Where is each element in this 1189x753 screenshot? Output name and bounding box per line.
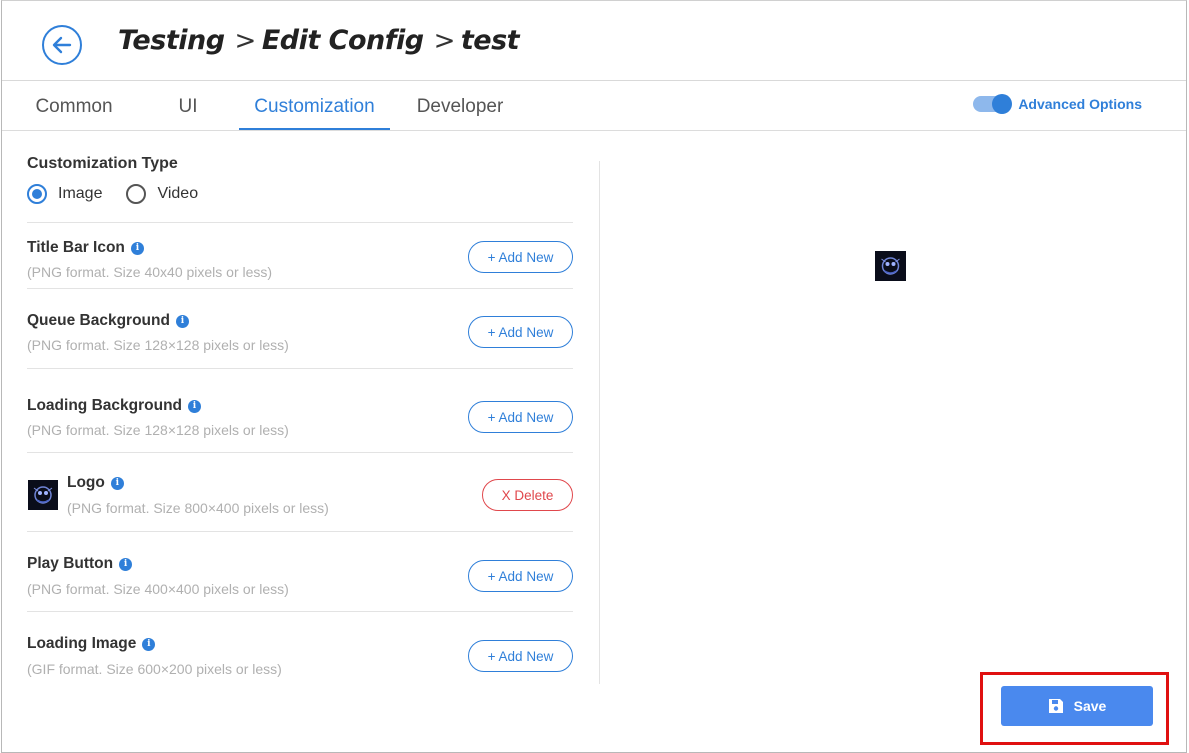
radio-button-unchecked[interactable] (126, 184, 147, 204)
back-button[interactable] (42, 25, 82, 65)
advanced-options-toggle[interactable] (973, 94, 1013, 114)
info-icon[interactable]: i (142, 637, 156, 651)
list-item-title-bar-icon: Title Bar Icon i (PNG format. Size 40x40… (27, 222, 573, 288)
logo-image (28, 480, 58, 510)
breadcrumb-item-testing[interactable]: Testing (118, 25, 225, 56)
item-title-text: Logo (67, 474, 105, 491)
item-title: Logo i (67, 474, 124, 492)
logo-preview-image (875, 251, 906, 281)
app-window: Testing > Edit Config > test Common UI C… (1, 0, 1187, 753)
item-description: (PNG format. Size 400×400 pixels or less… (27, 581, 289, 597)
radio-video[interactable]: Video (126, 184, 198, 204)
breadcrumb: Testing > Edit Config > test (118, 25, 520, 56)
list-item-queue-background: Queue Background i (PNG format. Size 128… (27, 288, 573, 368)
item-description: (PNG format. Size 40x40 pixels or less) (27, 264, 273, 280)
info-icon[interactable]: i (188, 399, 201, 413)
preview-image (875, 251, 906, 281)
add-new-button[interactable]: + Add New (468, 241, 573, 273)
item-title: Title Bar Icon i (27, 239, 144, 257)
save-button-label: Save (1073, 698, 1107, 714)
item-title-text: Loading Background (27, 397, 182, 414)
add-new-button[interactable]: + Add New (468, 401, 573, 433)
save-button[interactable]: Save (1001, 686, 1153, 726)
customization-type-radios: Image Video (27, 184, 222, 204)
tab-developer[interactable]: Developer (410, 81, 510, 130)
tab-common[interactable]: Common (30, 81, 118, 130)
tab-ui[interactable]: UI (172, 81, 204, 130)
list-item-play-button: Play Button i (PNG format. Size 400×400 … (27, 531, 573, 611)
item-title-text: Queue Background (27, 312, 170, 329)
delete-button[interactable]: X Delete (482, 479, 573, 511)
advanced-options-label: Advanced Options (1018, 96, 1142, 112)
radio-image-label: Image (58, 185, 103, 202)
list-item-loading-image: Loading Image i (GIF format. Size 600×20… (27, 611, 573, 691)
tab-bar: Common UI Customization Developer Advanc… (2, 81, 1186, 131)
list-item-loading-background: Loading Background i (PNG format. Size 1… (27, 368, 573, 452)
item-title: Loading Background i (27, 397, 201, 415)
breadcrumb-separator: > (433, 26, 456, 56)
breadcrumb-item-edit-config[interactable]: Edit Config (262, 25, 424, 56)
item-description: (PNG format. Size 128×128 pixels or less… (27, 337, 289, 353)
breadcrumb-item-test: test (460, 25, 520, 56)
add-new-button[interactable]: + Add New (468, 316, 573, 348)
item-title-text: Title Bar Icon (27, 239, 125, 256)
arrow-left-icon (52, 36, 72, 54)
list-item-logo: Logo i (PNG format. Size 800×400 pixels … (27, 452, 573, 531)
item-title: Queue Background i (27, 312, 189, 330)
page-header: Testing > Edit Config > test (2, 1, 1186, 81)
customization-type-title: Customization Type (27, 155, 178, 172)
radio-video-label: Video (157, 185, 199, 202)
tab-customization[interactable]: Customization (239, 81, 390, 130)
item-description: (GIF format. Size 600×200 pixels or less… (27, 661, 282, 677)
logo-thumbnail (28, 480, 58, 510)
info-icon[interactable]: i (110, 476, 124, 490)
floppy-disk-icon (1048, 699, 1063, 713)
radio-button-checked[interactable] (27, 184, 47, 204)
panel-divider (599, 161, 600, 684)
item-title: Play Button i (27, 555, 133, 573)
info-icon[interactable]: i (119, 557, 133, 571)
item-title-text: Loading Image (27, 635, 137, 652)
item-title-text: Play Button (27, 555, 114, 572)
info-icon[interactable]: i (130, 241, 144, 255)
info-icon[interactable]: i (175, 314, 189, 328)
item-description: (PNG format. Size 800×400 pixels or less… (67, 500, 329, 516)
breadcrumb-separator: > (234, 26, 257, 56)
item-description: (PNG format. Size 128×128 pixels or less… (27, 422, 289, 438)
advanced-options: Advanced Options (973, 94, 1142, 114)
radio-image[interactable]: Image (27, 184, 102, 204)
add-new-button[interactable]: + Add New (468, 560, 573, 592)
item-title: Loading Image i (27, 635, 156, 653)
add-new-button[interactable]: + Add New (468, 640, 573, 672)
